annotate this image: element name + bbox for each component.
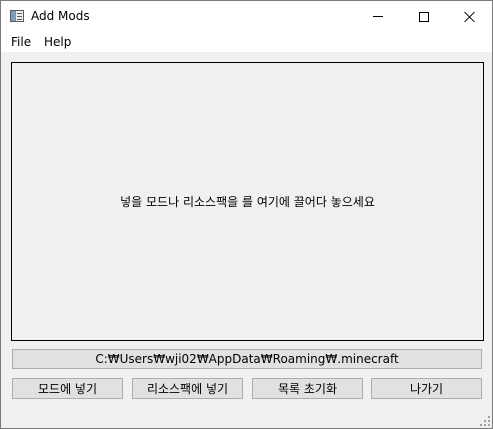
add-resourcepack-button[interactable]: 리소스팩에 넣기 bbox=[132, 378, 243, 399]
reset-list-button[interactable]: 목록 초기화 bbox=[252, 378, 363, 399]
maximize-button[interactable] bbox=[401, 1, 447, 32]
exit-button[interactable]: 나가기 bbox=[371, 378, 482, 399]
title-bar[interactable]: Add Mods bbox=[1, 1, 492, 32]
add-mod-button[interactable]: 모드에 넣기 bbox=[12, 378, 123, 399]
drop-instructions: 넣을 모드나 리소스팩을 를 여기에 끌어다 놓으세요 bbox=[120, 195, 375, 209]
minimize-icon bbox=[373, 16, 383, 17]
drop-zone[interactable]: 넣을 모드나 리소스팩을 를 여기에 끌어다 놓으세요 bbox=[11, 62, 484, 341]
maximize-icon bbox=[419, 11, 429, 22]
menu-help[interactable]: Help bbox=[41, 35, 74, 49]
close-button[interactable] bbox=[447, 1, 493, 32]
app-window-icon bbox=[10, 10, 24, 22]
minecraft-path-button[interactable]: C:₩Users₩wji02₩AppData₩Roaming₩.minecraf… bbox=[12, 349, 482, 369]
resize-grip-icon[interactable] bbox=[480, 416, 490, 426]
menu-file[interactable]: File bbox=[8, 35, 34, 49]
minimize-button[interactable] bbox=[355, 1, 401, 32]
add-mods-window: Add Mods File Help 넣을 모드나 리소스팩을 를 여기에 끌어… bbox=[0, 0, 493, 429]
menu-bar: File Help bbox=[1, 32, 492, 52]
close-icon bbox=[464, 11, 476, 23]
window-title: Add Mods bbox=[31, 9, 90, 23]
